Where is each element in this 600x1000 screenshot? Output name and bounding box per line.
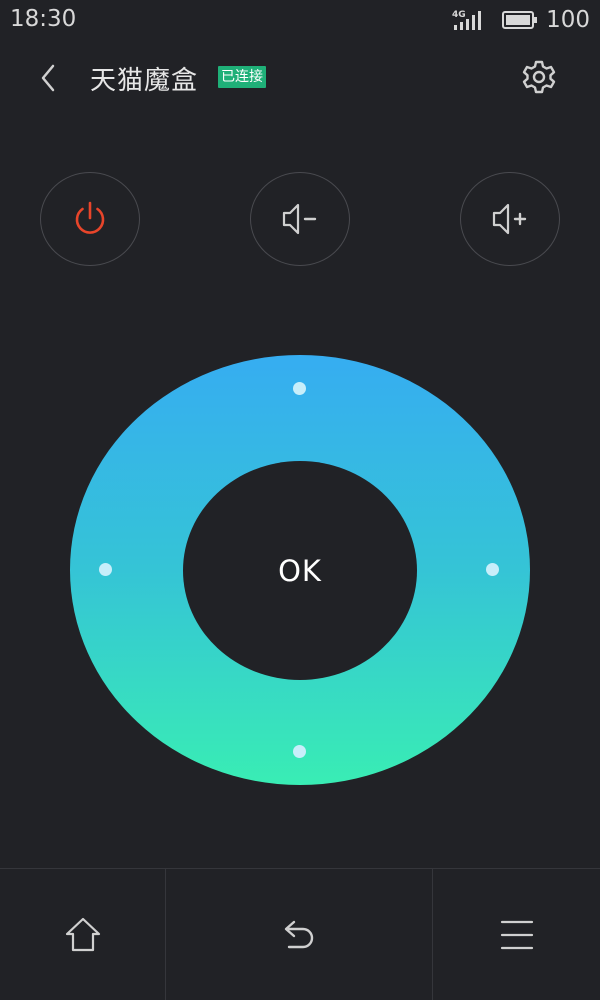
power-button[interactable] — [40, 172, 140, 266]
return-button[interactable] — [166, 869, 433, 1000]
status-bar: 18:30 4G 100 — [0, 0, 600, 40]
device-name: 天猫魔盒 — [90, 66, 199, 96]
dpad-up-button[interactable] — [293, 382, 306, 395]
gear-icon — [522, 60, 556, 94]
ok-label: OK — [278, 553, 322, 588]
title-bar: 天猫魔盒 已连接 — [0, 50, 600, 106]
signal-icon: 4G — [452, 10, 482, 30]
connection-status-badge: 已连接 — [218, 66, 266, 88]
status-time: 18:30 — [10, 6, 77, 32]
dpad-right-button[interactable] — [486, 563, 499, 576]
dpad: OK — [70, 355, 530, 785]
menu-button[interactable] — [433, 869, 600, 1000]
volume-down-icon — [282, 203, 317, 235]
volume-up-button[interactable] — [460, 172, 560, 266]
home-button[interactable] — [0, 869, 166, 1000]
ok-button[interactable]: OK — [183, 461, 417, 680]
return-icon — [284, 920, 314, 949]
back-button[interactable] — [30, 60, 66, 96]
dpad-down-button[interactable] — [293, 745, 306, 758]
battery-icon — [502, 11, 538, 29]
volume-down-button[interactable] — [250, 172, 350, 266]
menu-icon — [500, 920, 533, 950]
network-type-label: 4G — [452, 10, 466, 20]
back-arrow-icon — [41, 64, 55, 92]
bottom-nav — [0, 868, 600, 1000]
status-indicators: 4G 100 — [452, 6, 590, 34]
home-icon — [65, 917, 100, 952]
power-icon — [75, 201, 105, 234]
battery-level: 100 — [546, 7, 590, 33]
volume-up-icon — [492, 203, 527, 235]
dpad-left-button[interactable] — [99, 563, 112, 576]
settings-button[interactable] — [520, 58, 558, 96]
